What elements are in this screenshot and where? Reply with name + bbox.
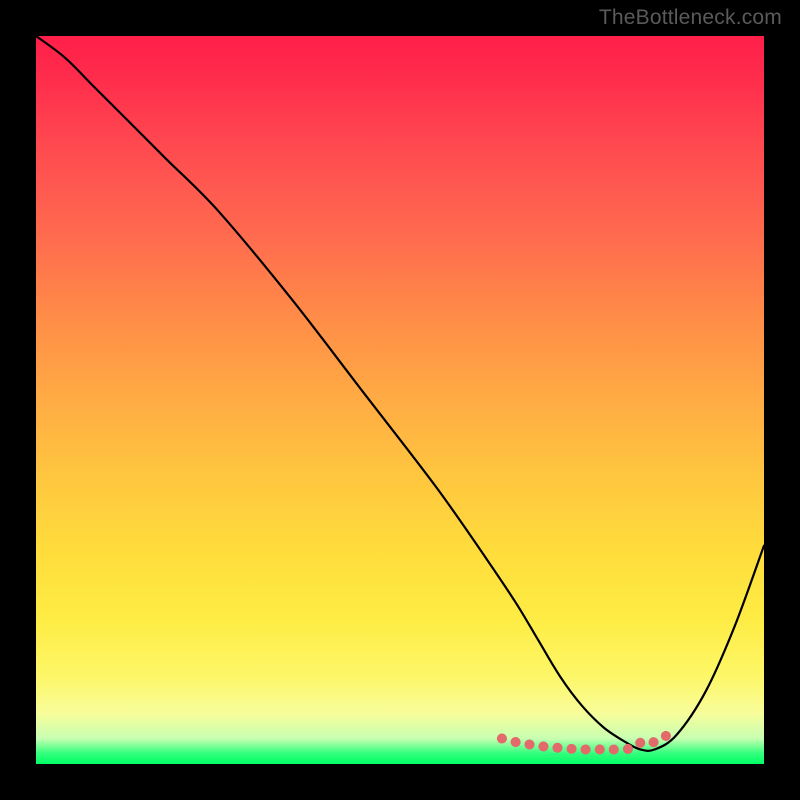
highlight-segment [502, 733, 670, 749]
watermark-label: TheBottleneck.com [599, 6, 782, 30]
chart-container: TheBottleneck.com [0, 0, 800, 800]
bottleneck-curve [36, 36, 764, 751]
plot-area [36, 36, 764, 764]
curve-svg [36, 36, 764, 764]
